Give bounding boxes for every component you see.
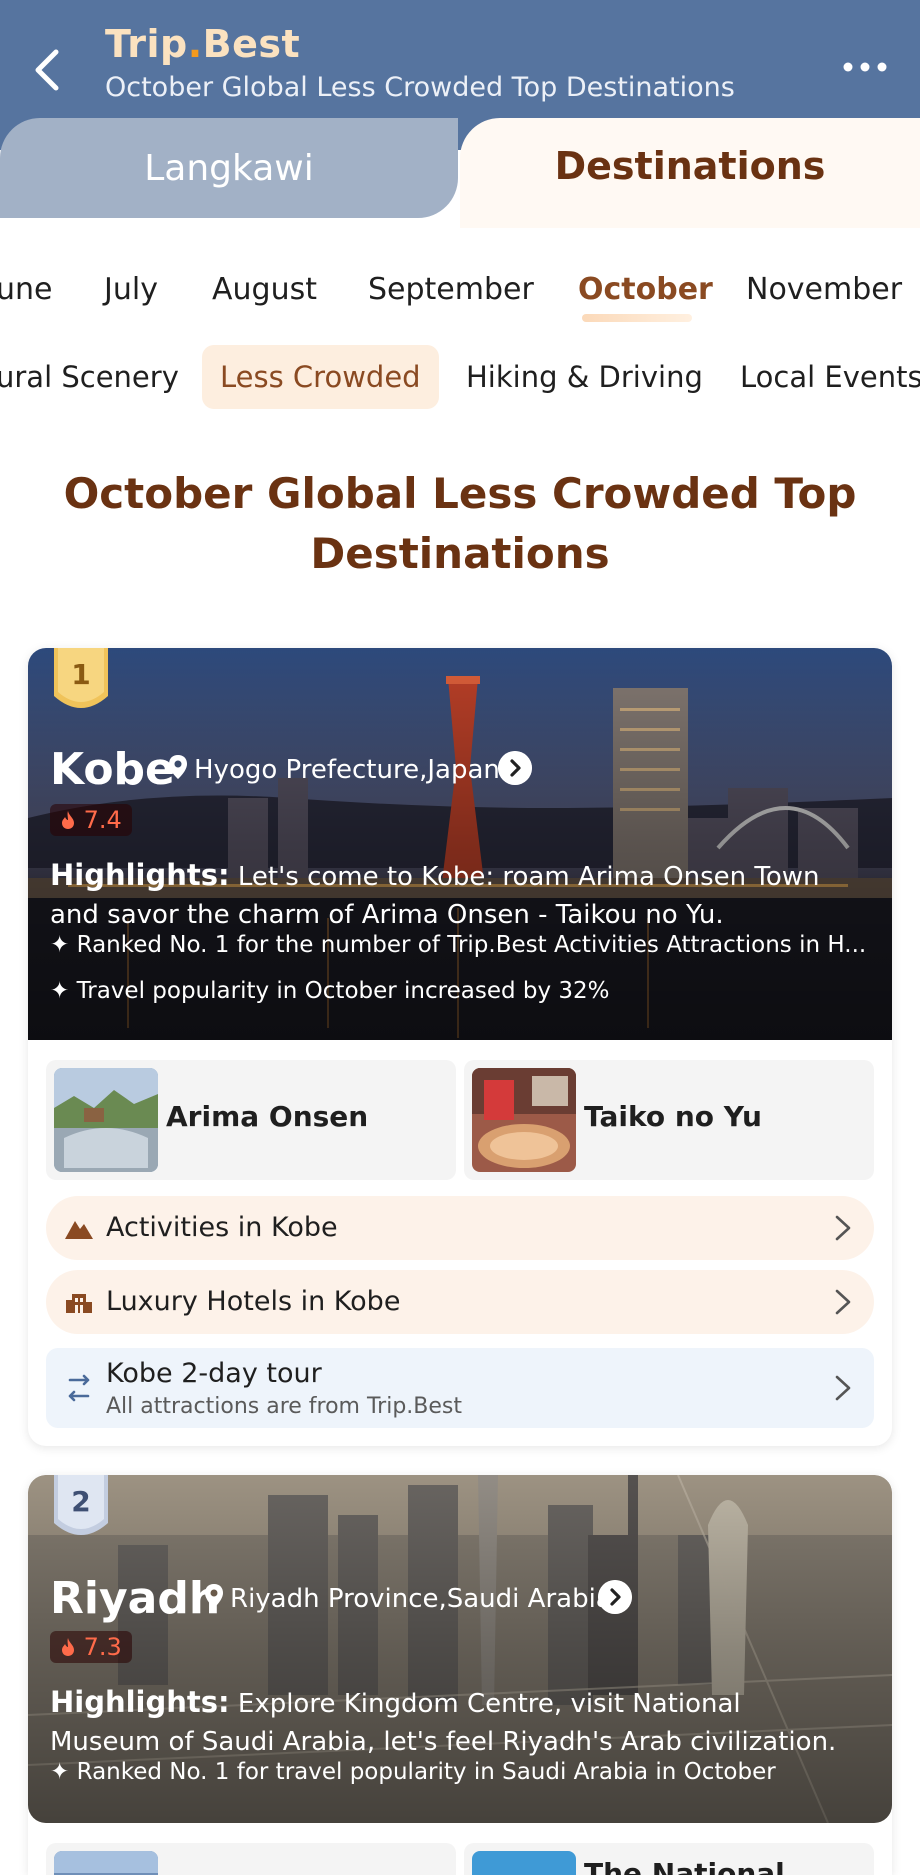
month-october[interactable]: October	[578, 272, 713, 307]
back-arrow-icon[interactable]	[28, 42, 68, 98]
tour-link[interactable]: Kobe 2-day tour All attractions are from…	[46, 1348, 874, 1428]
activities-label: Activities in Kobe	[106, 1212, 338, 1243]
tab-destinations-label[interactable]: Destinations	[460, 144, 920, 188]
popularity-score: 7.3	[50, 1631, 132, 1663]
riyadh-hero-image[interactable]: 2 Riyadh Riyadh Province,Saudi Arabia 7.…	[28, 1475, 892, 1823]
month-selector: une July August September October Novemb…	[0, 272, 920, 322]
location-text[interactable]: Hyogo Prefecture,Japan	[194, 755, 500, 785]
kobe-hero-image[interactable]: 1 Kobe Hyogo Prefecture,Japan 7.4 Highli…	[28, 648, 892, 1040]
location-pin-icon	[205, 1584, 223, 1608]
category-selector: ural Scenery Less Crowded Hiking & Drivi…	[0, 345, 920, 411]
poi-name: The National	[584, 1857, 785, 1875]
poi-row: Arima Onsen Taiko no Yu	[46, 1060, 874, 1180]
category-less-crowded[interactable]: Less Crowded	[202, 345, 439, 409]
arima-onsen-thumbnail	[54, 1068, 158, 1172]
popularity-score: 7.4	[50, 804, 132, 836]
chevron-right-icon	[835, 1289, 851, 1315]
hotels-link[interactable]: Luxury Hotels in Kobe	[46, 1270, 874, 1334]
ranking-fact: ✦ Ranked No. 1 for the number of Trip.Be…	[50, 932, 867, 958]
rank-2-badge: 2	[54, 1475, 108, 1535]
flame-icon	[62, 811, 74, 829]
header-subtitle: October Global Less Crowded Top Destinat…	[105, 72, 735, 103]
active-month-indicator	[582, 314, 692, 322]
highlights: Highlights: Let's come to Kobe: roam Ari…	[50, 858, 820, 930]
poi-thumbnail	[54, 1851, 158, 1875]
destination-card-riyadh[interactable]: 2 Riyadh Riyadh Province,Saudi Arabia 7.…	[28, 1475, 892, 1875]
destination-card-kobe[interactable]: 1 Kobe Hyogo Prefecture,Japan 7.4 Highli…	[28, 648, 892, 1446]
month-august[interactable]: August	[212, 272, 317, 307]
month-november[interactable]: November	[746, 272, 902, 307]
flame-icon	[62, 1638, 74, 1656]
poi-row: The National	[46, 1843, 874, 1875]
svg-text:1: 1	[71, 658, 90, 691]
hotel-icon	[66, 1294, 92, 1313]
location-pin-icon	[169, 755, 187, 779]
top-tabs: Langkawi Destinations	[0, 118, 920, 228]
poi-thumbnail	[472, 1851, 576, 1875]
poi-arima-onsen[interactable]: Arima Onsen	[46, 1060, 456, 1180]
more-options-icon[interactable]	[840, 52, 890, 82]
tour-title: Kobe 2-day tour	[106, 1358, 322, 1389]
month-july[interactable]: July	[104, 272, 158, 307]
ranking-fact: ✦ Ranked No. 1 for travel popularity in …	[50, 1759, 776, 1785]
taiko-no-yu-thumbnail	[472, 1068, 576, 1172]
page-title: October Global Less Crowded Top Destinat…	[63, 469, 857, 578]
poi-item[interactable]	[46, 1843, 456, 1875]
category-local-events[interactable]: Local Events	[740, 345, 920, 409]
activities-link[interactable]: Activities in Kobe	[46, 1196, 874, 1260]
location-arrow-icon[interactable]	[598, 1580, 632, 1614]
location-text[interactable]: Riyadh Province,Saudi Arabia	[230, 1584, 612, 1614]
city-name: Kobe	[50, 744, 175, 795]
poi-name: Taiko no Yu	[584, 1100, 762, 1133]
location-arrow-icon[interactable]	[498, 751, 532, 785]
rank-1-badge: 1	[54, 648, 108, 708]
poi-national-museum[interactable]: The National	[464, 1843, 874, 1875]
chevron-right-icon	[835, 1215, 851, 1241]
svg-text:2: 2	[71, 1485, 90, 1518]
brand-logo: Trip.Best	[105, 22, 301, 66]
tour-subtitle: All attractions are from Trip.Best	[106, 1394, 463, 1419]
month-september[interactable]: September	[368, 272, 534, 307]
category-hiking-driving[interactable]: Hiking & Driving	[466, 345, 703, 409]
category-natural-scenery[interactable]: ural Scenery	[0, 345, 179, 409]
hotels-label: Luxury Hotels in Kobe	[106, 1286, 401, 1317]
city-name: Riyadh	[50, 1573, 221, 1624]
poi-name: Arima Onsen	[166, 1100, 369, 1133]
poi-taiko-no-yu[interactable]: Taiko no Yu	[464, 1060, 874, 1180]
mountain-icon	[65, 1221, 93, 1239]
route-icon	[68, 1374, 90, 1402]
chevron-right-icon	[835, 1375, 851, 1401]
tab-langkawi-label[interactable]: Langkawi	[0, 148, 458, 189]
month-june[interactable]: une	[0, 272, 52, 307]
highlights: Highlights: Explore Kingdom Centre, visi…	[50, 1685, 837, 1757]
popularity-fact: ✦ Travel popularity in October increased…	[50, 978, 610, 1004]
